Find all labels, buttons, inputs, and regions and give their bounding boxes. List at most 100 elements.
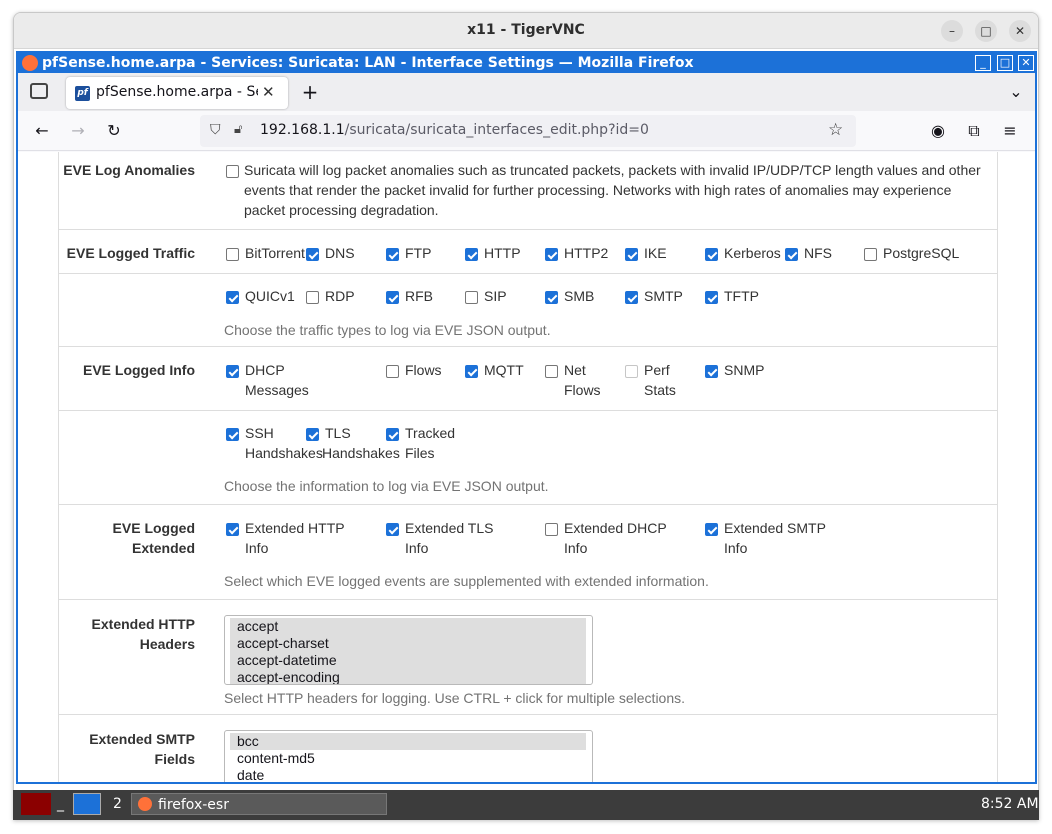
vnc-titlebar[interactable]: x11 - TigerVNC – □ ✕	[14, 13, 1038, 49]
smtp-fields-options: bcc content-md5 date	[230, 733, 586, 782]
info-label-mqtt: MQTT	[484, 362, 524, 378]
checkbox-traffic-nfs[interactable]	[785, 248, 798, 261]
label-eve-logged-traffic: EVE Logged Traffic	[66, 245, 195, 261]
row-eve-log-anomalies: EVE Log Anomalies Suricata will log pack…	[59, 152, 997, 230]
tab-active[interactable]: pf pfSense.home.arpa - Ser ✕	[66, 77, 288, 109]
forward-icon[interactable]: →	[66, 119, 90, 143]
settings-panel: EVE Log Anomalies Suricata will log pack…	[58, 152, 998, 782]
info-label-dhcp-1: DHCP	[245, 362, 285, 378]
url-path: /suricata/suricata_interfaces_edit.php?i…	[344, 122, 649, 138]
info-label-snmp: SNMP	[724, 362, 765, 378]
info-label-perfstats-2: Stats	[644, 382, 676, 398]
row-eve-logged-traffic: EVE Logged Traffic BitTorrent DNS FTP HT…	[59, 230, 997, 347]
new-tab-icon[interactable]: +	[298, 80, 322, 104]
taskbar-firefox[interactable]: firefox-esr	[131, 793, 387, 815]
traffic-label-dns: DNS	[325, 245, 355, 261]
checkbox-traffic-http2[interactable]	[545, 248, 558, 261]
traffic-label-ike: IKE	[644, 245, 667, 261]
menu-icon[interactable]: ≡	[998, 119, 1022, 143]
traffic-label-ftp: FTP	[405, 245, 432, 261]
checkbox-traffic-rdp[interactable]	[306, 291, 319, 304]
http-header-option[interactable]: accept-encoding	[230, 669, 586, 684]
label-extended-smtp-fields-1: Extended SMTP	[89, 731, 195, 747]
traffic-label-rdp: RDP	[325, 288, 355, 304]
checkbox-info-mqtt[interactable]	[465, 365, 478, 378]
checkbox-traffic-quicv1[interactable]	[226, 291, 239, 304]
info-label-perfstats-1: Perf	[644, 362, 670, 378]
http-header-option[interactable]: accept	[230, 618, 586, 635]
nav-bar: ← → ↻ ⛉ 🔓︎ 192.168.1.1/suricata/suricata…	[18, 111, 1035, 151]
checkbox-info-snmp[interactable]	[705, 365, 718, 378]
url-text[interactable]: 192.168.1.1/suricata/suricata_interfaces…	[260, 122, 649, 138]
show-desktop-icon[interactable]: _	[57, 793, 67, 815]
traffic-label-rfb: RFB	[405, 288, 433, 304]
checkbox-info-netflows[interactable]	[545, 365, 558, 378]
checkbox-extended-tls[interactable]	[386, 523, 399, 536]
label-extended-smtp-fields: Extended SMTP Fields	[89, 729, 195, 769]
tab-close-icon[interactable]: ✕	[262, 83, 275, 101]
checkbox-traffic-kerberos[interactable]	[705, 248, 718, 261]
firefox-titlebar[interactable]: pfSense.home.arpa - Services: Suricata: …	[18, 53, 1035, 73]
back-icon[interactable]: ←	[30, 119, 54, 143]
url-host: 192.168.1.1	[260, 122, 345, 138]
extended-tls-label-1: Extended TLS	[405, 520, 494, 536]
checkbox-traffic-tftp[interactable]	[705, 291, 718, 304]
checkbox-traffic-smb[interactable]	[545, 291, 558, 304]
extended-smtp-label-1: Extended SMTP	[724, 520, 826, 536]
label-eve-logged-extended-2: Extended	[131, 540, 195, 556]
checkbox-traffic-smtp[interactable]	[625, 291, 638, 304]
checkbox-extended-http[interactable]	[226, 523, 239, 536]
chevron-down-icon[interactable]: ⌄	[1004, 80, 1028, 104]
http-header-option[interactable]: accept-datetime	[230, 652, 586, 669]
checkbox-info-flows[interactable]	[386, 365, 399, 378]
checkbox-traffic-bittorrent[interactable]	[226, 248, 239, 261]
shield-icon[interactable]: ⛉	[210, 122, 221, 138]
smtp-fields-listbox[interactable]: bcc content-md5 date	[224, 730, 593, 782]
checkbox-traffic-ike[interactable]	[625, 248, 638, 261]
app-menu-icon[interactable]	[21, 793, 51, 815]
info-label-netflows-2: Flows	[564, 382, 601, 398]
smtp-field-option[interactable]: date	[230, 767, 586, 782]
checkbox-info-tracked[interactable]	[386, 428, 399, 441]
bookmark-star-icon[interactable]: ☆	[828, 120, 843, 140]
account-icon[interactable]: ◉	[926, 119, 950, 143]
checkbox-info-tls[interactable]	[306, 428, 319, 441]
minimize-icon[interactable]: –	[941, 20, 963, 42]
extensions-icon[interactable]: ⧉	[962, 119, 986, 143]
checkbox-info-dhcp[interactable]	[226, 365, 239, 378]
url-bar[interactable]: ⛉ 🔓︎ 192.168.1.1/suricata/suricata_inter…	[200, 115, 856, 147]
maximize-icon[interactable]: □	[975, 20, 997, 42]
smtp-field-option[interactable]: bcc	[230, 733, 586, 750]
checkbox-traffic-postgresql[interactable]	[864, 248, 877, 261]
checkbox-traffic-sip[interactable]	[465, 291, 478, 304]
tab-overview-icon[interactable]	[30, 83, 48, 99]
label-eve-log-anomalies: EVE Log Anomalies	[63, 162, 195, 178]
extended-smtp-label-2: Info	[724, 540, 748, 556]
label-eve-logged-extended: EVE Logged Extended	[113, 518, 195, 558]
label-extended-http-headers: Extended HTTP Headers	[92, 614, 195, 654]
checkbox-info-perfstats[interactable]	[625, 365, 638, 378]
ff-maximize-icon[interactable]: □	[997, 55, 1013, 71]
reload-icon[interactable]: ↻	[102, 119, 126, 143]
checkbox-extended-dhcp[interactable]	[545, 523, 558, 536]
lock-icon[interactable]: 🔓︎	[234, 122, 242, 137]
checkbox-anomalies[interactable]	[226, 165, 239, 178]
checkbox-traffic-rfb[interactable]	[386, 291, 399, 304]
workspace-2[interactable]: 2	[113, 793, 122, 815]
smtp-field-option[interactable]: content-md5	[230, 750, 586, 767]
ff-minimize-icon[interactable]: _	[975, 55, 991, 71]
checkbox-traffic-dns[interactable]	[306, 248, 319, 261]
http-header-option[interactable]: accept-charset	[230, 635, 586, 652]
checkbox-info-ssh[interactable]	[226, 428, 239, 441]
checkbox-traffic-ftp[interactable]	[386, 248, 399, 261]
http-headers-listbox[interactable]: accept accept-charset accept-datetime ac…	[224, 615, 593, 685]
ff-close-icon[interactable]: ✕	[1018, 55, 1034, 71]
extended-help-text: Select which EVE logged events are suppl…	[224, 573, 709, 589]
extended-dhcp-label-2: Info	[564, 540, 588, 556]
info-label-tls-2: Handshakes	[322, 445, 400, 461]
close-icon[interactable]: ✕	[1009, 20, 1031, 42]
checkbox-traffic-http[interactable]	[465, 248, 478, 261]
info-label-tracked-2: Files	[405, 445, 435, 461]
checkbox-extended-smtp[interactable]	[705, 523, 718, 536]
workspace-1[interactable]	[73, 793, 101, 815]
